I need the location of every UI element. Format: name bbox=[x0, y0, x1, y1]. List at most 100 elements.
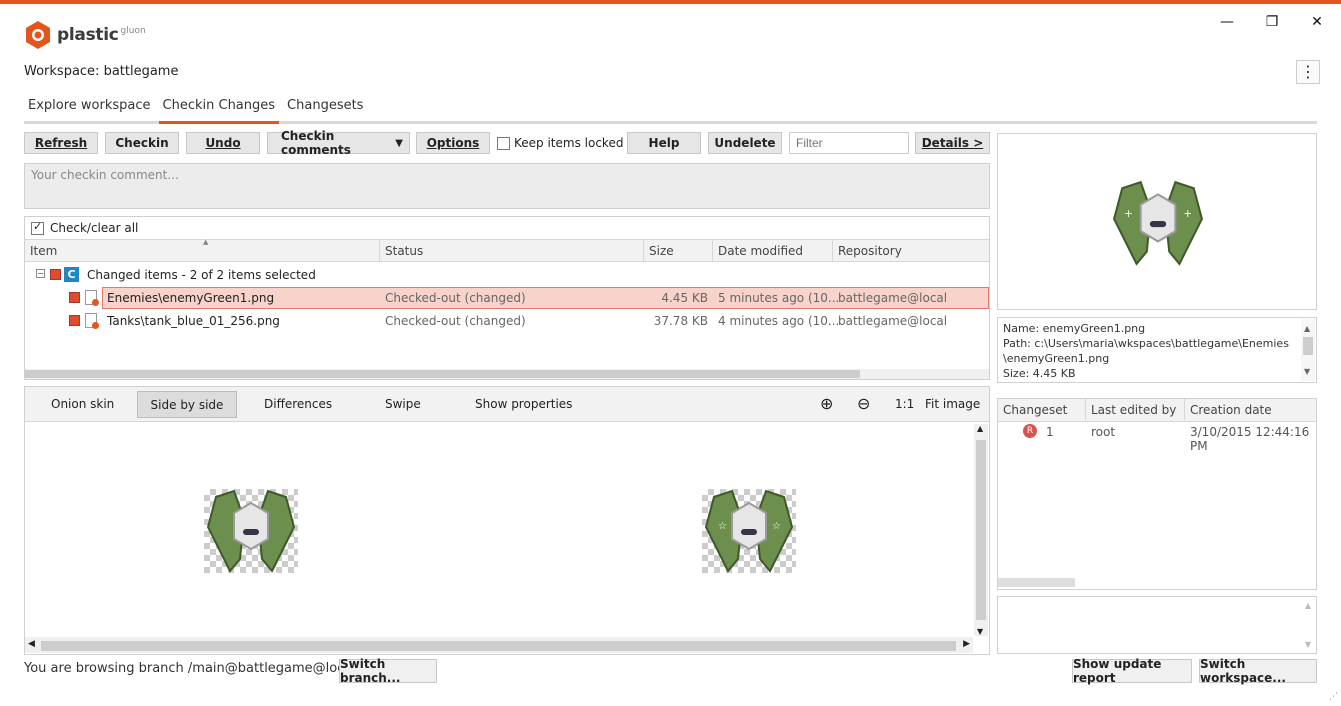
filter-input[interactable] bbox=[789, 132, 909, 154]
history-header: Changeset Last edited by Creation date bbox=[998, 399, 1316, 422]
scrollbar-thumb[interactable] bbox=[976, 440, 986, 620]
plastic-logo-icon bbox=[26, 21, 50, 49]
col-status[interactable]: Status bbox=[380, 240, 644, 261]
restore-button[interactable]: ❐ bbox=[1252, 10, 1292, 34]
undelete-button[interactable]: Undelete bbox=[708, 132, 782, 154]
svg-text:+: + bbox=[1184, 209, 1193, 220]
row-checkbox[interactable] bbox=[69, 292, 80, 303]
diff-horizontal-scrollbar[interactable]: ◀ ▶ bbox=[25, 637, 973, 653]
switch-workspace-button[interactable]: Switch workspace... bbox=[1199, 657, 1317, 685]
onion-skin-button[interactable]: Onion skin bbox=[39, 391, 126, 418]
col-last-edited-by[interactable]: Last edited by bbox=[1086, 399, 1185, 420]
diff-vertical-scrollbar[interactable]: ▲ ▼ bbox=[974, 424, 988, 636]
scroll-down-icon[interactable]: ▼ bbox=[1305, 640, 1311, 649]
history-panel: Changeset Last edited by Creation date R… bbox=[997, 398, 1317, 590]
row-checkbox[interactable] bbox=[69, 315, 80, 326]
zoom-in-icon[interactable]: ⊕ bbox=[816, 391, 837, 418]
item-size: 4.45 KB bbox=[661, 291, 708, 305]
enemy-ship-icon: ☆ ☆ bbox=[704, 489, 794, 573]
table-row[interactable]: Tanks\tank_blue_01_256.png Checked-out (… bbox=[25, 310, 989, 332]
sort-asc-icon: ▲ bbox=[203, 238, 209, 246]
scroll-up-icon[interactable]: ▲ bbox=[1304, 321, 1310, 336]
file-size: Size: 4.45 KB bbox=[1003, 367, 1076, 380]
details-button[interactable]: Details > bbox=[915, 132, 990, 154]
dropdown-arrow-icon: ▼ bbox=[395, 137, 403, 149]
checkin-comments-button[interactable]: Checkin comments ▼ bbox=[267, 129, 410, 157]
col-date-modified[interactable]: Date modified bbox=[713, 240, 833, 261]
history-horizontal-scrollbar[interactable] bbox=[998, 578, 1316, 587]
close-button[interactable]: ✕ bbox=[1297, 10, 1337, 34]
list-horizontal-scrollbar[interactable] bbox=[25, 369, 989, 379]
group-row[interactable]: − C Changed items - 2 of 2 items selecte… bbox=[25, 264, 989, 286]
item-date: 4 minutes ago (10... bbox=[718, 314, 840, 328]
changeset-id: 1 bbox=[1046, 425, 1054, 439]
item-size: 37.78 KB bbox=[653, 314, 708, 328]
history-row[interactable]: R 1 root 3/10/2015 12:44:16 PM bbox=[998, 423, 1316, 453]
check-all-checkbox[interactable]: ✓ bbox=[31, 220, 44, 235]
more-options-icon[interactable]: ⋮ bbox=[1296, 60, 1320, 84]
table-row[interactable]: Enemies\enemyGreen1.png Checked-out (cha… bbox=[25, 287, 989, 309]
item-date: 5 minutes ago (10... bbox=[718, 291, 840, 305]
workspace-label: Workspace: battlegame bbox=[24, 64, 179, 79]
branch-status-text: You are browsing branch /main@battlegame… bbox=[24, 661, 356, 676]
check-all-toggle[interactable]: ✓ Check/clear all bbox=[31, 220, 139, 235]
collapse-icon[interactable]: − bbox=[36, 269, 45, 278]
diff-toolbar: Onion skin Side by side Differences Swip… bbox=[25, 387, 989, 422]
file-info-panel: Name: enemyGreen1.png Path: c:\Users\mar… bbox=[997, 317, 1317, 383]
keep-locked-checkbox[interactable] bbox=[497, 136, 510, 150]
fit-image-button[interactable]: Fit image bbox=[921, 391, 984, 418]
file-path: Path: c:\Users\maria\wkspaces\battlegame… bbox=[1003, 337, 1289, 350]
check-all-label: Check/clear all bbox=[50, 221, 139, 235]
options-button[interactable]: Options bbox=[416, 132, 490, 154]
zoom-out-icon[interactable]: ⊖ bbox=[853, 391, 874, 418]
changeset-date: 3/10/2015 12:44:16 PM bbox=[1190, 425, 1310, 453]
resize-grip-icon[interactable]: ⋰ bbox=[1329, 692, 1338, 702]
scrollbar-thumb[interactable] bbox=[998, 578, 1075, 587]
root-badge-icon: R bbox=[1023, 424, 1037, 438]
checkin-comment-input[interactable]: Your checkin comment... bbox=[24, 163, 990, 209]
tab-changesets[interactable]: Changesets bbox=[283, 96, 367, 121]
col-repository[interactable]: Repository bbox=[833, 240, 989, 261]
scroll-up-icon[interactable]: ▲ bbox=[1305, 601, 1311, 610]
scroll-down-icon[interactable]: ▼ bbox=[977, 627, 983, 636]
swipe-button[interactable]: Swipe bbox=[373, 391, 433, 418]
show-properties-button[interactable]: Show properties bbox=[463, 391, 584, 418]
scrollbar-thumb[interactable] bbox=[25, 370, 860, 378]
scroll-left-icon[interactable]: ◀ bbox=[28, 639, 35, 649]
changeset-user: root bbox=[1091, 425, 1116, 439]
item-repo: battlegame@local bbox=[838, 314, 948, 328]
title-accent-bar bbox=[0, 0, 1341, 4]
enemy-ship-preview-icon: + + bbox=[1112, 180, 1204, 266]
group-checkbox[interactable] bbox=[50, 269, 61, 280]
scroll-right-icon[interactable]: ▶ bbox=[963, 639, 970, 649]
col-creation-date[interactable]: Creation date bbox=[1185, 399, 1316, 420]
scroll-down-icon[interactable]: ▼ bbox=[1304, 364, 1310, 379]
col-changeset[interactable]: Changeset bbox=[998, 399, 1086, 420]
scrollbar-thumb[interactable] bbox=[41, 641, 956, 651]
minimize-button[interactable]: — bbox=[1207, 10, 1247, 34]
show-update-report-button[interactable]: Show update report bbox=[1072, 657, 1192, 685]
differences-button[interactable]: Differences bbox=[252, 391, 344, 418]
undo-button[interactable]: Undo bbox=[186, 132, 260, 154]
changed-badge-icon: C bbox=[64, 267, 79, 282]
tab-checkin-changes[interactable]: Checkin Changes bbox=[158, 96, 280, 124]
col-size[interactable]: Size bbox=[644, 240, 713, 261]
scroll-up-icon[interactable]: ▲ bbox=[977, 424, 983, 433]
info-scrollbar[interactable]: ▲ ▼ bbox=[1301, 319, 1315, 381]
svg-text:☆: ☆ bbox=[772, 521, 781, 532]
main-tabs: Explore workspace Checkin Changes Change… bbox=[24, 96, 1317, 124]
keep-locked-toggle[interactable]: Keep items locked bbox=[497, 136, 623, 150]
svg-text:+: + bbox=[1124, 209, 1133, 220]
checkin-button[interactable]: Checkin bbox=[105, 132, 179, 154]
refresh-button[interactable]: Refresh bbox=[24, 132, 98, 154]
switch-branch-button[interactable]: Switch branch... bbox=[339, 657, 437, 685]
brand-name: plastic bbox=[57, 25, 119, 45]
group-label: Changed items - 2 of 2 items selected bbox=[87, 268, 316, 282]
zoom-one-to-one-button[interactable]: 1:1 bbox=[891, 391, 918, 418]
side-by-side-button[interactable]: Side by side bbox=[137, 391, 237, 418]
item-name: Enemies\enemyGreen1.png bbox=[107, 291, 275, 305]
item-name: Tanks\tank_blue_01_256.png bbox=[107, 314, 280, 328]
scrollbar-thumb[interactable] bbox=[1303, 337, 1313, 355]
tab-explore-workspace[interactable]: Explore workspace bbox=[24, 96, 155, 121]
help-button[interactable]: Help bbox=[627, 132, 701, 154]
